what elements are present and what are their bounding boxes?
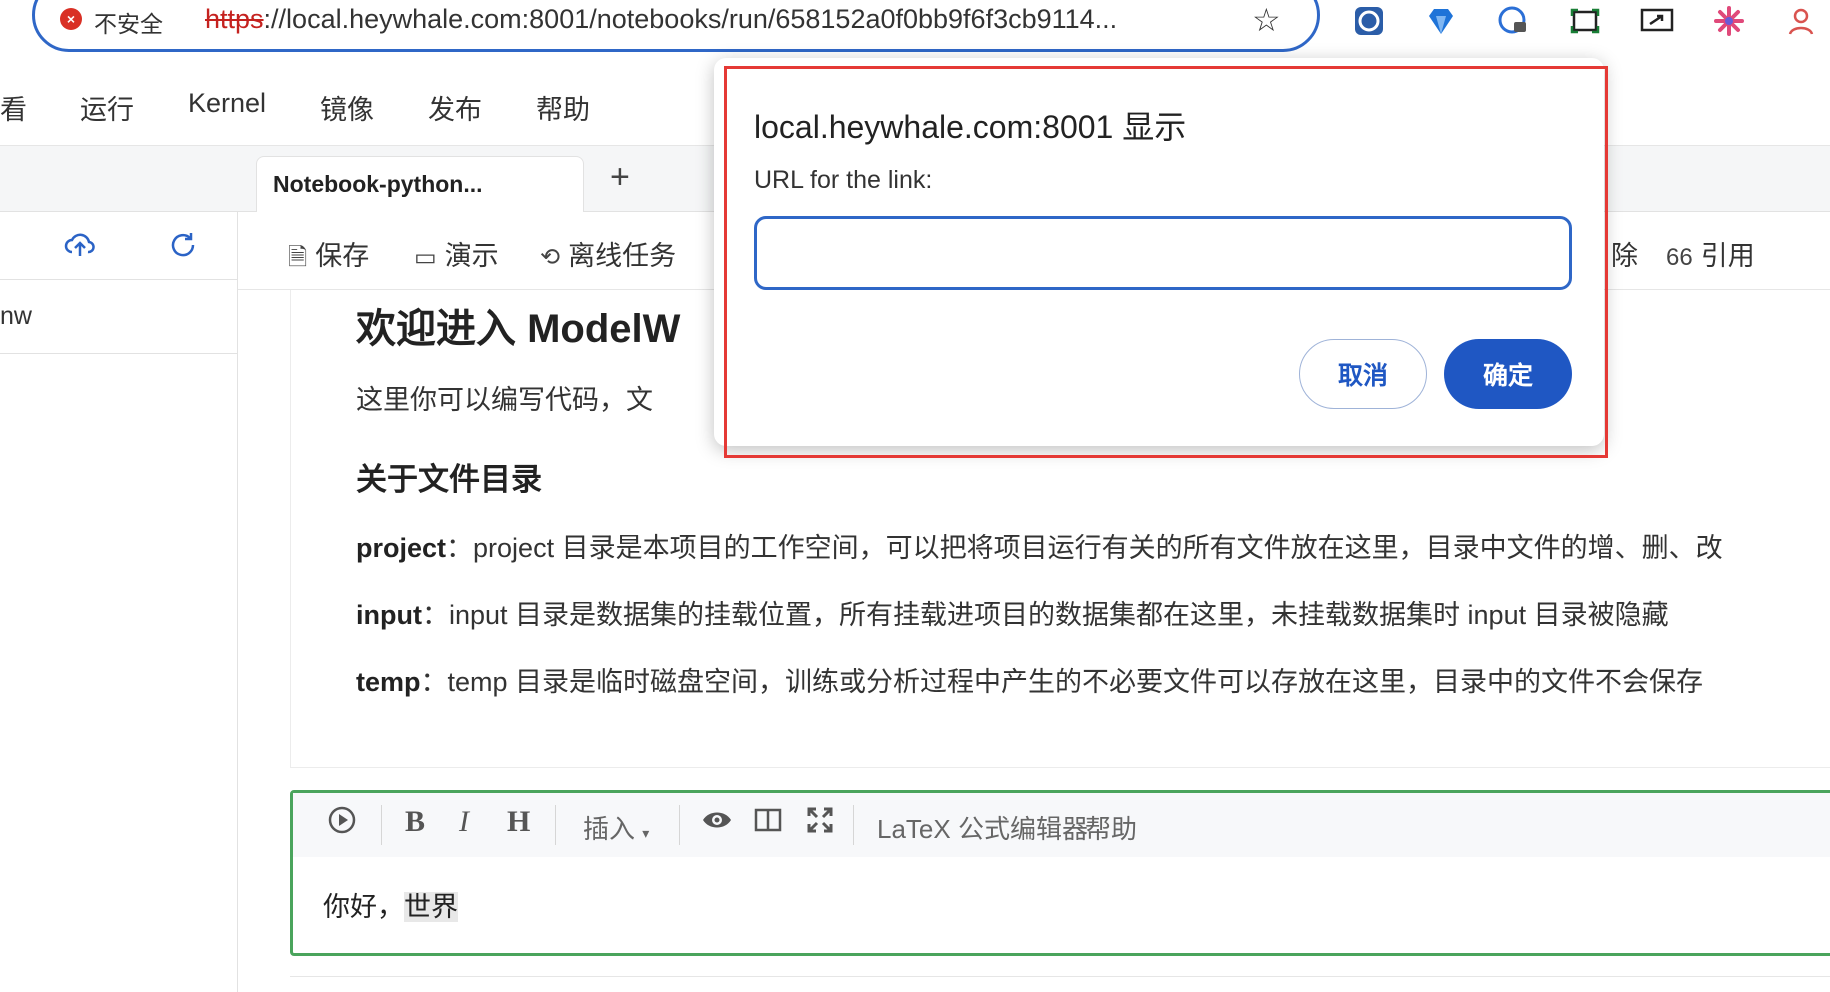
- heading-button[interactable]: H: [507, 805, 530, 839]
- quote-icon: 66: [1666, 244, 1693, 271]
- latex-editor-button[interactable]: LaTeX 公式编辑器: [877, 809, 1088, 846]
- caret-down-icon: ▾: [642, 825, 650, 841]
- sidebar-actions: [0, 212, 238, 280]
- term-temp: temp: [356, 667, 421, 697]
- next-cell[interactable]: [290, 976, 1830, 992]
- editor-help-button[interactable]: 帮助: [1085, 809, 1137, 846]
- markdown-edit-cell[interactable]: B I H 插入 ▾ LaTeX 公式编辑器 帮助 你好，世界: [290, 790, 1830, 956]
- refresh-icon[interactable]: [168, 230, 198, 268]
- editor-text: 你好，: [323, 892, 404, 922]
- run-cell-icon[interactable]: [327, 805, 357, 843]
- term-input: input: [356, 600, 422, 630]
- extension-circle-icon[interactable]: [1352, 4, 1386, 38]
- dialog-title: local.heywhale.com:8001 显示: [754, 109, 1187, 145]
- extension-person-icon[interactable]: [1784, 4, 1818, 38]
- editor-text-area[interactable]: 你好，世界: [323, 885, 458, 924]
- sidebar-file-label: nw: [0, 302, 32, 330]
- delete-button[interactable]: 除: [1611, 234, 1638, 273]
- sidebar-header: [0, 146, 238, 212]
- desc-input: ：input 目录是数据集的挂载位置，所有挂载进项目的数据集都在这里，未挂载数据…: [421, 600, 1669, 630]
- menu-view[interactable]: 看: [0, 88, 27, 127]
- bold-button[interactable]: B: [405, 805, 425, 839]
- sidebar-file-item[interactable]: nw: [0, 280, 238, 354]
- screen-capture-icon[interactable]: [1568, 4, 1602, 38]
- cite-button[interactable]: 66 引用: [1666, 234, 1755, 273]
- desc-temp: ：temp 目录是临时磁盘空间，训练或分析过程中产生的不必要文件可以存放在这里，…: [420, 667, 1704, 697]
- split-view-icon[interactable]: [753, 805, 783, 843]
- url-input[interactable]: [754, 216, 1572, 290]
- url-text[interactable]: https://local.heywhale.com:8001/notebook…: [205, 4, 1117, 35]
- toolbar-divider: [679, 805, 680, 845]
- notebook-heading: 欢迎进入 ModelW: [356, 307, 681, 351]
- selected-text: 世界: [404, 892, 458, 922]
- extension-diamond-icon[interactable]: [1424, 4, 1458, 38]
- security-label[interactable]: 不安全: [94, 5, 163, 39]
- extension-spark-icon[interactable]: [1712, 4, 1746, 38]
- editor-toolbar: B I H 插入 ▾ LaTeX 公式编辑器 帮助: [293, 793, 1830, 857]
- not-secure-icon[interactable]: ×: [60, 8, 82, 30]
- present-label: 演示: [444, 241, 499, 271]
- save-icon: 🗎: [288, 244, 308, 271]
- url-scheme: https: [205, 4, 264, 34]
- extension-lock-icon[interactable]: [1496, 4, 1530, 38]
- toolbar-divider: [381, 805, 382, 845]
- offline-task-label: 离线任务: [568, 241, 677, 271]
- paragraph-project: project：project 目录是本项目的工作空间，可以把将项目运行有关的所…: [356, 526, 1723, 565]
- offline-task-button[interactable]: ⟲ 离线任务: [540, 234, 676, 273]
- term-project: project: [356, 533, 447, 563]
- toolbar-divider: [555, 805, 556, 845]
- url-path: ://local.heywhale.com:8001/notebooks/run…: [263, 4, 1118, 34]
- present-button[interactable]: ▭ 演示: [414, 234, 499, 273]
- fullscreen-icon[interactable]: [805, 805, 835, 843]
- preview-eye-icon[interactable]: [701, 805, 733, 843]
- confirm-button[interactable]: 确定: [1444, 339, 1572, 409]
- screen-share-icon[interactable]: [1640, 4, 1674, 38]
- browser-toolbar: × 不安全 https://local.heywhale.com:8001/no…: [0, 0, 1830, 62]
- intro-paragraph: 这里你可以编写代码，文: [356, 385, 653, 415]
- task-icon: ⟲: [540, 244, 561, 271]
- toolbar-divider: [853, 805, 854, 845]
- paragraph-input: input：input 目录是数据集的挂载位置，所有挂载进项目的数据集都在这里，…: [356, 593, 1669, 632]
- insert-dropdown[interactable]: 插入 ▾: [583, 809, 649, 846]
- insert-label: 插入: [583, 814, 636, 844]
- cite-label: 引用: [1700, 241, 1755, 271]
- tab-notebook[interactable]: Notebook-python...: [256, 156, 584, 213]
- save-label: 保存: [315, 241, 370, 271]
- menu-help[interactable]: 帮助: [536, 88, 590, 127]
- file-sidebar: nw: [0, 146, 238, 992]
- menu-image[interactable]: 镜像: [320, 88, 374, 127]
- menu-run[interactable]: 运行: [80, 88, 134, 127]
- add-tab-icon[interactable]: +: [610, 158, 630, 197]
- tab-notebook-label: Notebook-python...: [273, 171, 483, 197]
- cloud-upload-icon[interactable]: [64, 230, 96, 268]
- url-field-label: URL for the link:: [754, 166, 933, 194]
- presentation-icon: ▭: [414, 244, 437, 271]
- save-button[interactable]: 🗎 保存: [288, 234, 369, 281]
- star-icon[interactable]: ☆: [1252, 1, 1281, 39]
- italic-button[interactable]: I: [459, 805, 469, 839]
- paragraph-temp: temp：temp 目录是临时磁盘空间，训练或分析过程中产生的不必要文件可以存放…: [356, 660, 1703, 699]
- section-heading: 关于文件目录: [356, 462, 542, 497]
- menu-kernel[interactable]: Kernel: [188, 88, 266, 119]
- cancel-button[interactable]: 取消: [1299, 339, 1427, 409]
- menu-publish[interactable]: 发布: [428, 88, 482, 127]
- desc-project: ：project 目录是本项目的工作空间，可以把将项目运行有关的所有文件放在这里…: [446, 533, 1723, 563]
